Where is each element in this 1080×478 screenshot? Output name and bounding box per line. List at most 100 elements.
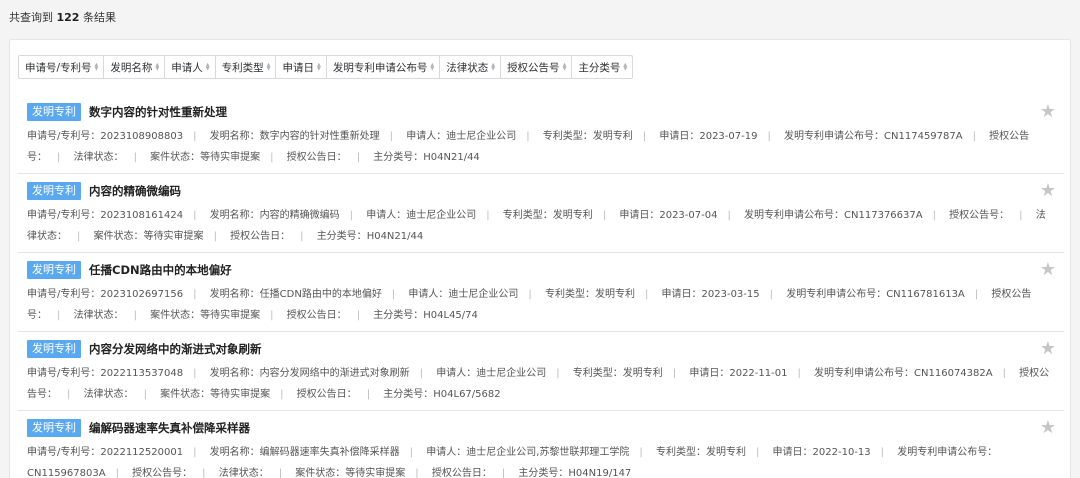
field-application-number: 申请号/专利号：2023108161424 [27,210,184,221]
field-application-date: 申请日：2023-07-04 [619,210,718,221]
field-application-date: 申请日：2023-03-15 [661,289,760,300]
field-main-class: 主分类号：H04N21/44 [316,231,424,242]
sort-application-number[interactable]: 申请号/专利号 ▲ ▼ [19,56,105,78]
field-publication-number: 发明专利申请公布号：CN117376637A [744,210,923,221]
result-meta: 申请号/专利号：2023108908803 | 发明名称：数字内容的针对性重新处理… [27,131,1030,163]
sort-arrows-icon: ▲ ▼ [155,62,160,72]
field-patent-type: 专利类型：发明专利 [655,447,746,458]
sort-label: 专利类型 [221,61,264,74]
field-legal-status: 法律状态： [73,310,124,321]
field-patent-type: 专利类型：发明专利 [572,368,663,379]
sort-bar: 申请号/专利号 ▲ ▼ 发明名称 ▲ ▼ 申请人 ▲ ▼ 专利类型 ▲ ▼ 申请日 ▲ ▼ 发明专利… [18,55,634,79]
field-case-status: 案件状态：等待实审提案 [93,231,204,242]
sort-main-class[interactable]: 主分类号 ▲ ▼ [572,56,632,78]
sort-arrows-icon: ▲ ▼ [430,62,435,72]
field-publication-number: 发明专利申请公布号：CN116781613A [786,289,965,300]
field-applicant: 申请人：迪士尼企业公司 [436,368,547,379]
favorite-star-icon[interactable]: ★ [1040,340,1056,358]
sort-arrows-icon: ▲ ▼ [94,62,99,72]
field-applicant: 申请人：迪士尼企业公司,苏黎世联邦理工学院 [426,447,630,458]
field-publication-number: 发明专利申请公布号：CN117459787A [784,131,963,142]
field-case-status: 案件状态：等待实审提案 [160,389,271,400]
favorite-star-icon[interactable]: ★ [1040,261,1056,279]
field-applicant: 申请人：迪士尼企业公司 [366,210,477,221]
sort-arrows-icon: ▲ ▼ [623,62,628,72]
sort-applicant[interactable]: 申请人 ▲ ▼ [165,56,216,78]
summary-suffix: 条结果 [82,11,116,24]
patent-type-tag: 发明专利 [27,103,81,121]
result-count: 122 [56,11,80,24]
result-title-link[interactable]: 任播CDN路由中的本地偏好 [89,262,232,278]
result-item: 发明专利 数字内容的针对性重新处理 ★ 申请号/专利号：202310890880… [18,95,1064,174]
field-grant-date: 授权公告日： [431,468,492,478]
sort-arrows-icon: ▲ ▼ [205,62,210,72]
field-invention-name: 发明名称：内容的精确微编码 [209,210,340,221]
result-title-link[interactable]: 编解码器速率失真补偿降采样器 [89,420,250,436]
result-item: 发明专利 任播CDN路由中的本地偏好 ★ 申请号/专利号：20231026971… [18,253,1064,332]
result-meta: 申请号/专利号：2023108161424 | 发明名称：内容的精确微编码 | 申请… [27,210,1046,242]
patent-type-tag: 发明专利 [27,261,81,279]
result-list: 发明专利 数字内容的针对性重新处理 ★ 申请号/专利号：202310890880… [18,95,1064,478]
result-header: 发明专利 编解码器速率失真补偿降采样器 [27,419,1064,437]
sort-label: 申请号/专利号 [25,61,92,74]
field-application-number: 申请号/专利号：2023102697156 [27,289,184,300]
sort-label: 法律状态 [446,61,489,74]
field-applicant: 申请人：迪士尼企业公司 [408,289,519,300]
result-item: 发明专利 编解码器速率失真补偿降采样器 ★ 申请号/专利号：2022112520… [18,411,1064,478]
sort-patent-type[interactable]: 专利类型 ▲ ▼ [216,56,277,78]
favorite-star-icon[interactable]: ★ [1040,103,1056,121]
field-legal-status: 法律状态： [73,152,124,163]
field-invention-name: 发明名称：编解码器速率失真补偿降采样器 [209,447,400,458]
sort-label: 申请人 [171,61,203,74]
field-grant-date: 授权公告日： [286,310,347,321]
results-panel: 申请号/专利号 ▲ ▼ 发明名称 ▲ ▼ 申请人 ▲ ▼ 专利类型 ▲ ▼ 申请日 ▲ ▼ 发明专利… [9,39,1071,478]
field-main-class: 主分类号：H04L45/74 [373,310,478,321]
patent-type-tag: 发明专利 [27,182,81,200]
field-grant-date: 授权公告日： [286,152,347,163]
field-main-class: 主分类号：H04N19/147 [518,468,632,478]
sort-invention-name[interactable]: 发明名称 ▲ ▼ [104,56,166,78]
sort-arrows-icon: ▲ ▼ [316,62,321,72]
field-invention-name: 发明名称：数字内容的针对性重新处理 [209,131,380,142]
result-title-link[interactable]: 内容分发网络中的渐进式对象刷新 [89,341,262,357]
result-title-link[interactable]: 数字内容的针对性重新处理 [89,104,227,120]
result-meta: 申请号/专利号：2022112520001 | 发明名称：编解码器速率失真补偿降采… [27,447,998,478]
sort-legal-status[interactable]: 法律状态 ▲ ▼ [440,56,502,78]
result-summary: 共查询到 122 条结果 [9,9,116,25]
result-title-link[interactable]: 内容的精确微编码 [89,183,181,199]
sort-label: 授权公告号 [507,61,560,74]
summary-prefix: 共查询到 [9,11,53,24]
patent-type-tag: 发明专利 [27,340,81,358]
field-grant-number: 授权公告号： [949,210,1010,221]
result-header: 发明专利 内容分发网络中的渐进式对象刷新 [27,340,1064,358]
field-legal-status: 法律状态： [218,468,269,478]
result-header: 发明专利 内容的精确微编码 [27,182,1064,200]
result-meta: 申请号/专利号：2023102697156 | 发明名称：任播CDN路由中的本地偏… [27,289,1032,321]
sort-application-date[interactable]: 申请日 ▲ ▼ [276,56,327,78]
field-grant-number: 授权公告号： [132,468,193,478]
patent-type-tag: 发明专利 [27,419,81,437]
favorite-star-icon[interactable]: ★ [1040,419,1056,437]
field-legal-status: 法律状态： [83,389,134,400]
sort-publication-number[interactable]: 发明专利申请公布号 ▲ ▼ [327,56,441,78]
field-case-status: 案件状态：等待实审提案 [150,310,261,321]
favorite-star-icon[interactable]: ★ [1040,182,1056,200]
field-main-class: 主分类号：H04N21/44 [373,152,480,163]
sort-arrows-icon: ▲ ▼ [266,62,271,72]
sort-label: 主分类号 [578,61,621,74]
sort-arrows-icon: ▲ ▼ [491,62,496,72]
field-case-status: 案件状态：等待实审提案 [295,468,406,478]
result-header: 发明专利 数字内容的针对性重新处理 [27,103,1064,121]
sort-grant-number[interactable]: 授权公告号 ▲ ▼ [501,56,573,78]
sort-arrows-icon: ▲ ▼ [562,62,567,72]
sort-label: 发明名称 [110,61,153,74]
field-application-date: 申请日：2022-10-13 [772,447,871,458]
field-application-number: 申请号/专利号：2023108908803 [27,131,184,142]
sort-label: 申请日 [282,61,314,74]
field-patent-type: 专利类型：发明专利 [502,210,593,221]
sort-label: 发明专利申请公布号 [332,61,428,74]
field-main-class: 主分类号：H04L67/5682 [383,389,501,400]
field-invention-name: 发明名称：任播CDN路由中的本地偏好 [209,289,382,300]
field-invention-name: 发明名称：内容分发网络中的渐进式对象刷新 [209,368,410,379]
field-applicant: 申请人：迪士尼企业公司 [406,131,517,142]
